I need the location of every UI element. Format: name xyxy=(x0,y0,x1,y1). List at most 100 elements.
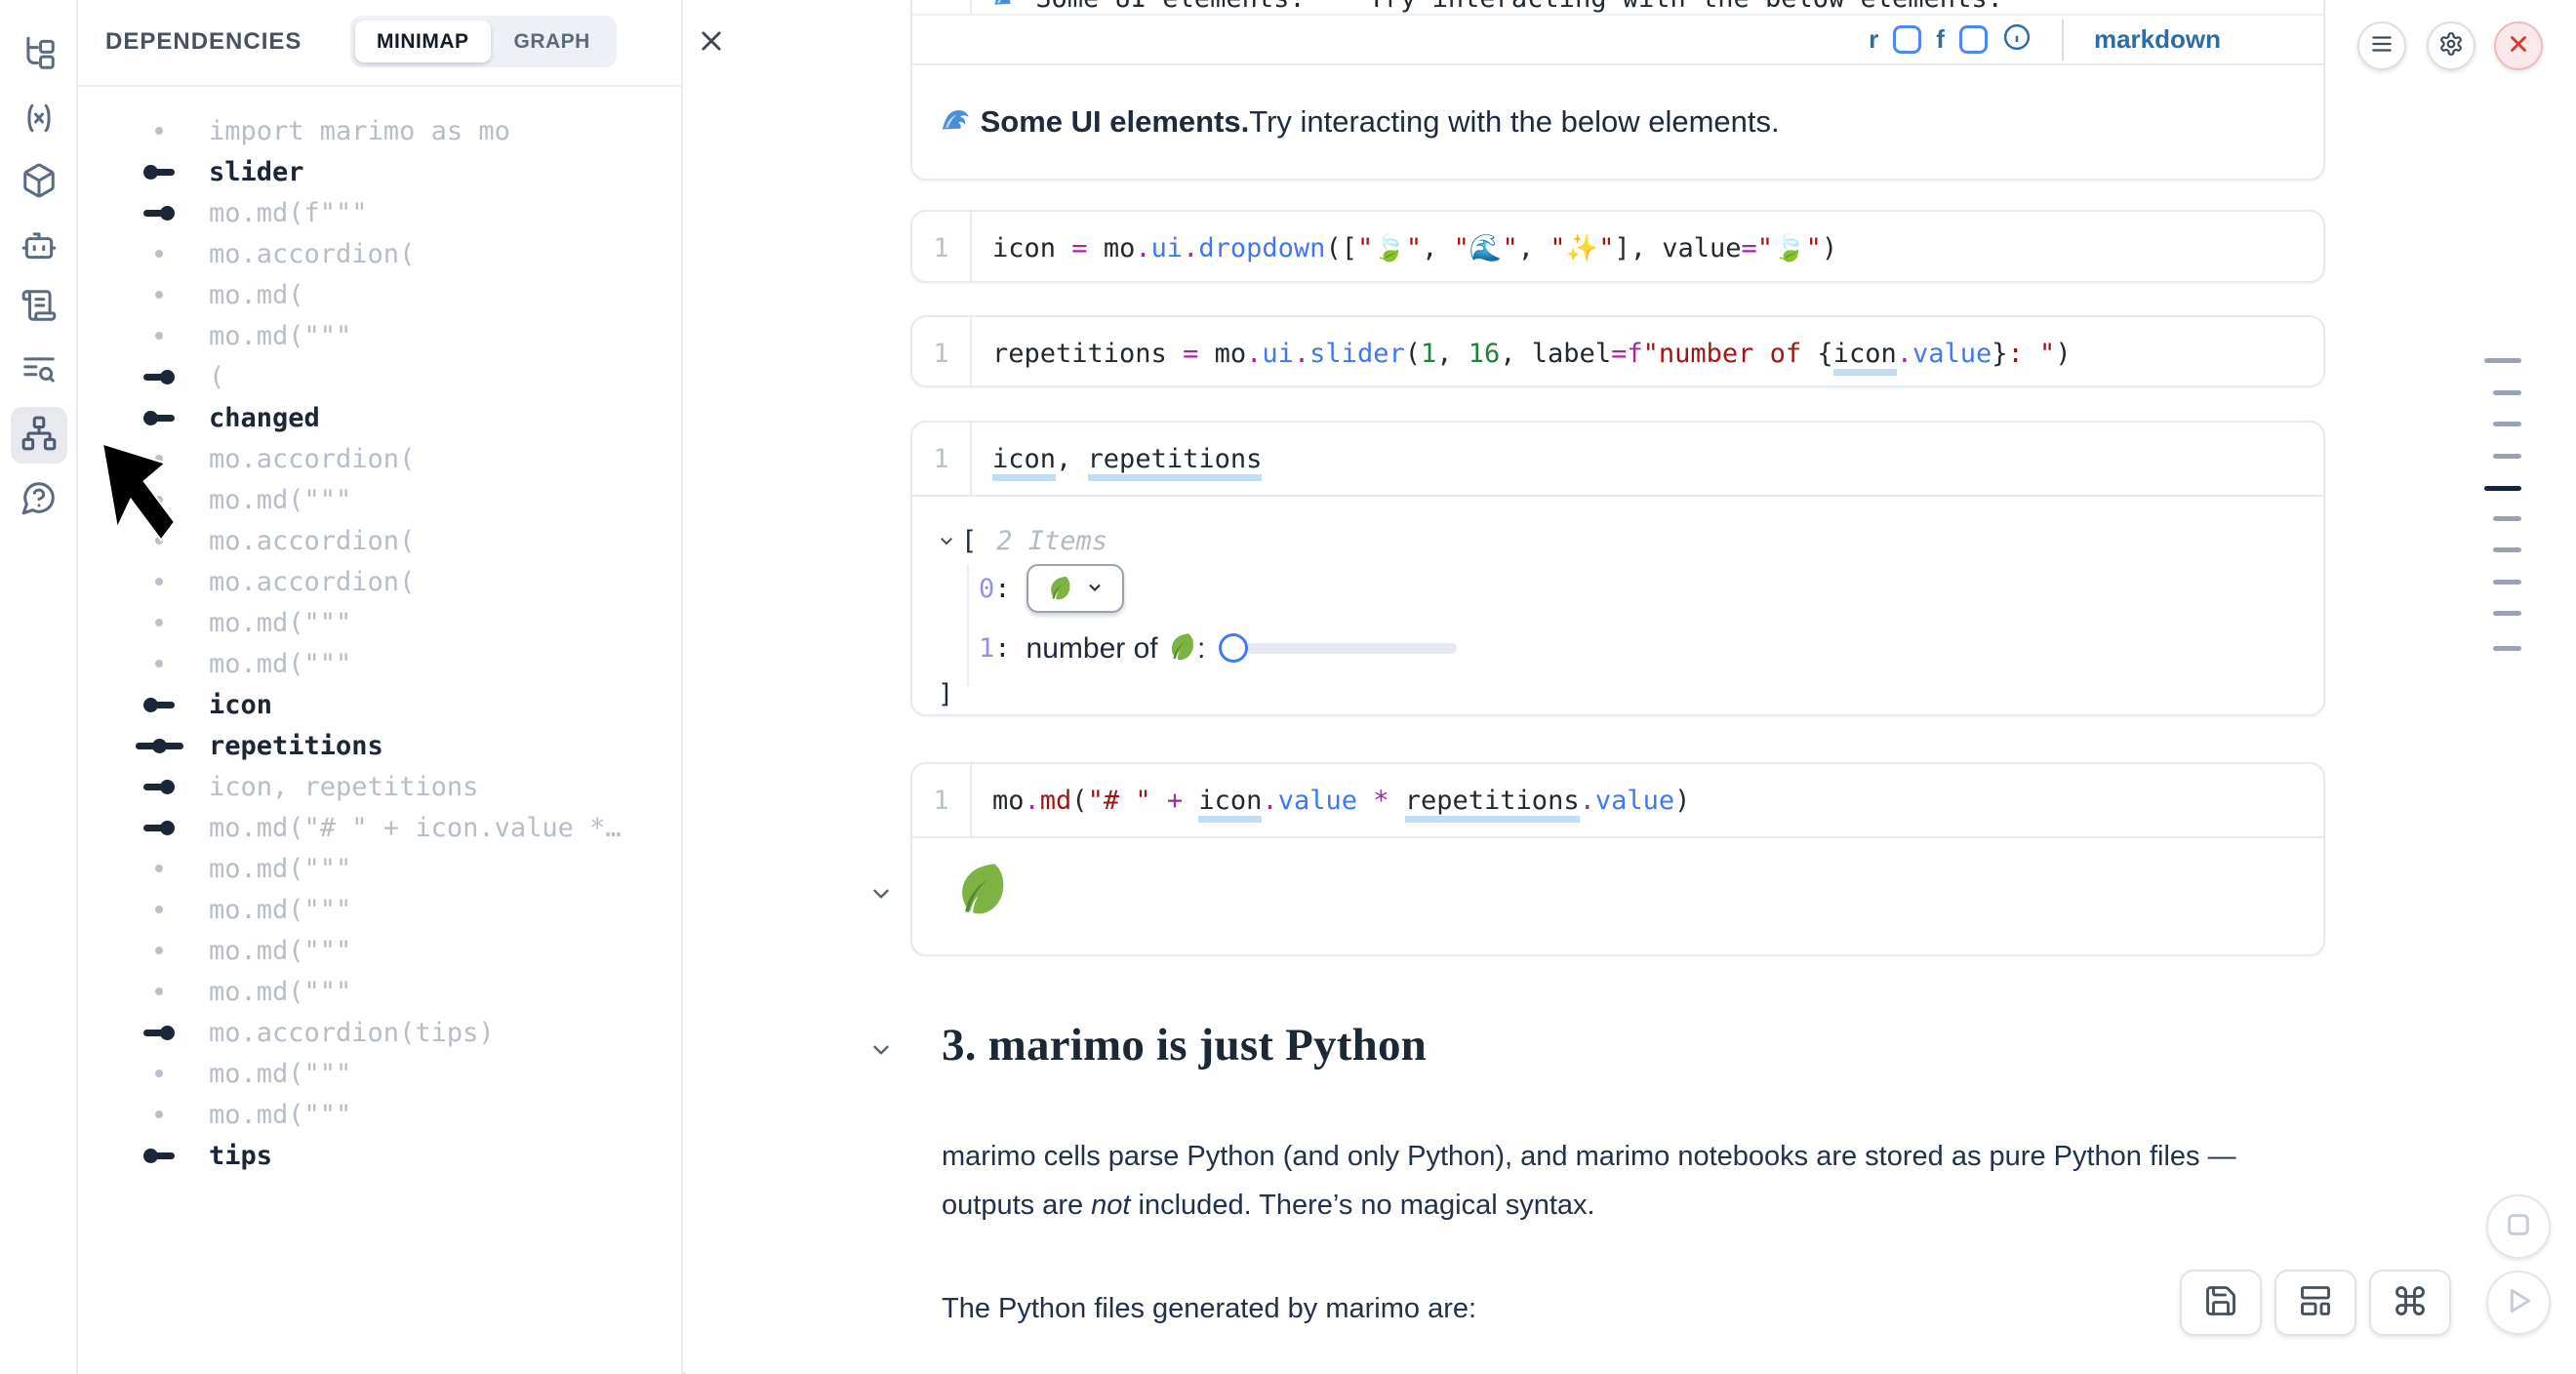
minimap-item-label: mo.md( xyxy=(209,280,304,310)
minimap-item-23[interactable]: mo.accordion(tips) xyxy=(78,1012,681,1053)
cell-dot-icon xyxy=(127,988,191,995)
minimap-item-3[interactable]: mo.md(f""" xyxy=(78,192,681,233)
cell-markdown-ui-elements[interactable]: " Some UI elements.** Try interacting wi… xyxy=(910,0,2325,181)
code-token xyxy=(1357,786,1373,816)
code-token: 🌊 xyxy=(1469,233,1503,263)
minimap-item-12[interactable]: mo.accordion( xyxy=(78,561,681,602)
minimap-item-15[interactable]: icon xyxy=(78,684,681,725)
settings-button[interactable] xyxy=(2427,21,2475,70)
r-checkbox[interactable] xyxy=(1893,25,1921,54)
minimap-item-17[interactable]: icon, repetitions xyxy=(78,766,681,807)
minimap-item-18[interactable]: mo.md("# " + icon.value *… xyxy=(78,807,681,848)
sidebar-item-ai-assistant[interactable] xyxy=(11,219,67,275)
dependency-def-icon xyxy=(127,165,191,180)
cell-dot-icon xyxy=(127,865,191,872)
code-token: . xyxy=(1580,786,1595,816)
minimap-item-6[interactable]: mo.md(""" xyxy=(78,315,681,356)
gear-icon xyxy=(2438,31,2464,61)
minimap-item-1[interactable]: import marimo as mo xyxy=(78,110,681,151)
command-palette-button[interactable] xyxy=(2369,1270,2451,1336)
hamburger-menu-icon xyxy=(2369,31,2395,61)
code-token: + xyxy=(1167,786,1183,816)
wave-emoji-wrap xyxy=(940,104,972,141)
minimap-item-8[interactable]: changed xyxy=(78,397,681,438)
stop-button[interactable] xyxy=(2486,1194,2551,1259)
sidebar-item-dependencies[interactable] xyxy=(11,407,67,464)
code-line[interactable]: mo.md("# " + icon.value * repetitions.va… xyxy=(972,786,1690,816)
tree-header[interactable]: [ 2 Items xyxy=(938,526,2323,556)
sidebar-item-packages[interactable] xyxy=(11,154,67,211)
tab-graph[interactable]: GRAPH xyxy=(493,20,612,62)
code-line[interactable]: icon = mo.ui.dropdown(["🍃", "🌊", "✨"], v… xyxy=(972,232,1837,263)
cell-slider-code[interactable]: 1 repetitions = mo.ui.slider(1, 16, labe… xyxy=(910,315,2325,387)
sidebar-item-logs[interactable] xyxy=(11,279,67,336)
shutdown-button[interactable] xyxy=(2494,21,2543,70)
minimap-item-7[interactable]: ( xyxy=(78,356,681,397)
minimap-item-21[interactable]: mo.md(""" xyxy=(78,930,681,971)
code-line[interactable]: repetitions = mo.ui.slider(1, 16, label=… xyxy=(972,339,2072,369)
minimap-item-2[interactable]: slider xyxy=(78,151,681,192)
collapse-output-button[interactable] xyxy=(868,881,894,907)
slider-handle[interactable] xyxy=(1219,633,1248,663)
repetitions-slider[interactable] xyxy=(1219,633,1457,663)
tab-minimap[interactable]: MINIMAP xyxy=(355,20,491,62)
layout-toggle-button[interactable] xyxy=(2274,1270,2356,1336)
minimap-item-4[interactable]: mo.accordion( xyxy=(78,233,681,274)
layout-icon xyxy=(2298,1283,2333,1323)
dependency-use-icon xyxy=(127,370,191,384)
collapse-section-button[interactable] xyxy=(868,1037,894,1063)
minimap-item-13[interactable]: mo.md(""" xyxy=(78,602,681,643)
scroll-minimap-line[interactable] xyxy=(2493,454,2521,459)
mouse-cursor xyxy=(101,442,176,546)
minimap-item-25[interactable]: mo.md(""" xyxy=(78,1094,681,1135)
f-checkbox[interactable] xyxy=(1959,25,1988,54)
scroll-minimap-line[interactable] xyxy=(2484,358,2521,363)
info-icon[interactable] xyxy=(2002,22,2032,57)
minimap-item-22[interactable]: mo.md(""" xyxy=(78,971,681,1012)
code-token: slider xyxy=(1309,339,1405,369)
outline-tree-icon xyxy=(20,35,58,77)
code-line[interactable]: icon, repetitions xyxy=(972,444,1262,474)
minimap-item-16[interactable]: repetitions xyxy=(78,725,681,766)
notebook-menu-button[interactable] xyxy=(2357,21,2406,70)
sidebar-item-outline-tree[interactable] xyxy=(11,27,67,84)
scroll-minimap-line-active[interactable] xyxy=(2484,486,2521,491)
sidebar-item-variables[interactable] xyxy=(11,92,67,148)
run-button[interactable] xyxy=(2486,1271,2551,1335)
code-token: value xyxy=(1912,339,1992,369)
chevron-down-icon xyxy=(1085,574,1105,604)
save-button[interactable] xyxy=(2180,1270,2262,1336)
code-token: } xyxy=(1992,339,2007,369)
minimap-item-5[interactable]: mo.md( xyxy=(78,274,681,315)
scroll-minimap-line[interactable] xyxy=(2493,646,2521,651)
cell-dropdown-code[interactable]: 1 icon = mo.ui.dropdown(["🍃", "🌊", "✨"],… xyxy=(910,210,2325,283)
icon-dropdown-select[interactable] xyxy=(1026,564,1124,613)
minimap-item-14[interactable]: mo.md(""" xyxy=(78,643,681,684)
output-rest-text: Try interacting with the below elements. xyxy=(1249,104,1779,140)
reactive-r-label: r xyxy=(1869,24,1878,55)
view-toggle: MINIMAP GRAPH xyxy=(350,16,617,67)
scroll-minimap[interactable] xyxy=(2486,0,2529,1374)
scroll-minimap-line[interactable] xyxy=(2493,422,2521,426)
scroll-minimap-line[interactable] xyxy=(2493,516,2521,521)
cell-footer-toolbar: r f markdown xyxy=(912,14,2323,63)
dependencies-panel-header: DEPENDENCIES MINIMAP GRAPH xyxy=(78,0,681,87)
minimap-item-24[interactable]: mo.md(""" xyxy=(78,1053,681,1094)
cell-md-output[interactable]: 1 mo.md("# " + icon.value * repetitions.… xyxy=(910,762,2325,956)
minimap-item-19[interactable]: mo.md(""" xyxy=(78,848,681,889)
sidebar-item-help[interactable] xyxy=(11,471,67,528)
minimap-item-label: mo.md(""" xyxy=(209,608,351,638)
minimap-item-20[interactable]: mo.md(""" xyxy=(78,889,681,930)
language-badge[interactable]: markdown xyxy=(2094,24,2221,55)
scroll-minimap-line[interactable] xyxy=(2493,547,2521,552)
scroll-minimap-line[interactable] xyxy=(2493,611,2521,616)
cell-editor[interactable]: " Some UI elements.** Try interacting wi… xyxy=(912,0,2323,14)
scroll-minimap-line[interactable] xyxy=(2493,580,2521,585)
slider-track[interactable] xyxy=(1230,643,1457,654)
cell-tuple-output[interactable]: 1 icon, repetitions [ 2 Items 0: xyxy=(910,421,2325,716)
minimap-item-label: slider xyxy=(209,157,304,187)
minimap-item-26[interactable]: tips xyxy=(78,1135,681,1176)
scroll-minimap-line[interactable] xyxy=(2493,390,2521,395)
sidebar-item-snippet-search[interactable] xyxy=(11,344,67,400)
panel-close-button[interactable] xyxy=(696,27,727,59)
